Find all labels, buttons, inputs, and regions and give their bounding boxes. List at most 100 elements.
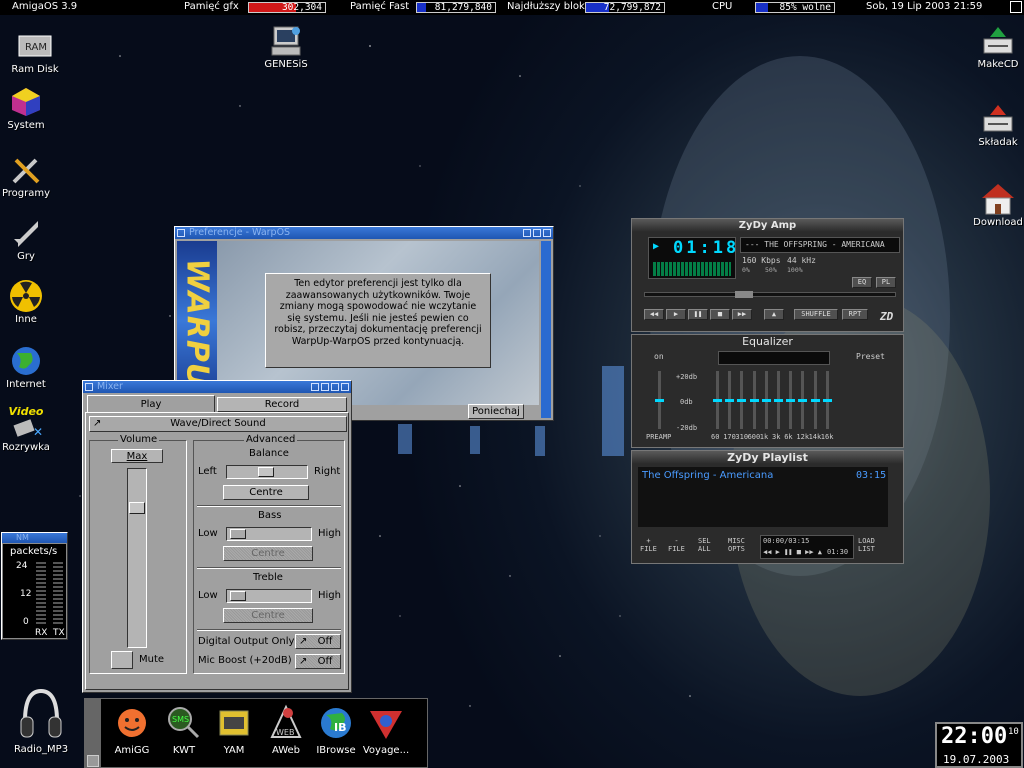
eq-band-310-knob[interactable]	[737, 398, 747, 402]
equalizer-title-bar[interactable]: Equalizer	[632, 335, 903, 348]
mute-checkbox[interactable]	[111, 651, 133, 669]
seek-knob[interactable]	[735, 291, 753, 298]
seek-bar[interactable]	[644, 291, 896, 298]
eject-button[interactable]: ▲	[764, 309, 784, 320]
playlist-button-opts[interactable]: MISC OPTS	[728, 537, 745, 553]
treble-centre-button[interactable]: Centre	[223, 608, 313, 623]
eq-band-600-knob[interactable]	[749, 398, 759, 402]
preamp-slider-knob[interactable]	[655, 398, 664, 402]
mic-boost-toggle[interactable]: ↗ Off	[295, 654, 341, 669]
zydy-title-bar[interactable]: ZyDy Amp	[632, 219, 903, 232]
size-gadget[interactable]	[341, 383, 349, 391]
close-gadget[interactable]	[177, 229, 185, 237]
eq-on-toggle[interactable]: on	[654, 352, 664, 361]
bass-knob[interactable]	[230, 529, 247, 539]
volume-knob[interactable]	[129, 501, 145, 514]
dock-item-yam[interactable]: YAM	[209, 699, 259, 756]
playlist-button-file[interactable]: - FILE	[668, 537, 685, 553]
warpos-title-bar[interactable]: Preferencje - WarpOS	[175, 227, 553, 239]
download-drawer[interactable]: Download	[966, 183, 1024, 228]
warpos-scrollbar[interactable]	[541, 241, 551, 418]
playlist-button-all[interactable]: SEL ALL	[698, 537, 711, 553]
playlist-button-list[interactable]: LOAD LIST	[858, 537, 875, 553]
makecd-drawer[interactable]: MakeCD	[966, 25, 1024, 70]
track-title[interactable]: The Offspring - Americana	[642, 470, 773, 481]
balance-centre-button[interactable]: Centre	[223, 485, 309, 500]
cancel-button[interactable]: Poniechaj	[468, 404, 524, 419]
eq-band-1k-knob[interactable]	[761, 398, 771, 402]
clock-widget[interactable]: 22:00 10 19.07.2003	[935, 722, 1023, 768]
track-list[interactable]: The Offspring - Americana 03:15	[638, 467, 888, 527]
system-drawer[interactable]: System	[0, 86, 58, 131]
depth-gadget[interactable]	[331, 383, 339, 391]
eq-band-170-knob[interactable]	[725, 398, 735, 402]
radio-mp3-drawer[interactable]: Radio_MP3	[6, 684, 76, 755]
volume-slider[interactable]	[127, 468, 147, 648]
eq-preset-button[interactable]: Preset	[856, 352, 885, 361]
playlist-button-file[interactable]: + FILE	[640, 537, 657, 553]
zoom-gadget[interactable]	[523, 229, 531, 237]
dock-menu-icon[interactable]	[87, 755, 99, 767]
ram-disk-drawer[interactable]: RAM Ram Disk	[3, 30, 67, 75]
dock-item-aweb[interactable]: WEB AWeb	[261, 699, 311, 756]
genesis-drawer[interactable]: GENESiS	[254, 25, 318, 70]
prev-button[interactable]: ◀◀	[644, 309, 664, 320]
tab-play[interactable]: Play	[87, 395, 215, 412]
eq-band-14k[interactable]	[810, 371, 820, 429]
dock-item-kwt[interactable]: SMS KWT	[159, 699, 209, 756]
playlist-title-bar[interactable]: ZyDy Playlist	[632, 451, 903, 464]
eq-band-3k-knob[interactable]	[774, 398, 783, 402]
depth-gadget[interactable]	[533, 229, 541, 237]
equalizer-window[interactable]: Equalizer on Preset +20db 0db -20db PREA…	[631, 334, 904, 448]
eq-toggle[interactable]: EQ	[852, 277, 872, 288]
zydy-amp-window[interactable]: ZyDy Amp ▶ 01:18 --- THE OFFSPRING - AME…	[631, 218, 904, 332]
eq-band-16k[interactable]	[822, 371, 832, 429]
preamp-slider[interactable]	[655, 371, 664, 429]
gry-drawer[interactable]: Gry	[0, 217, 58, 262]
netmon-title-bar[interactable]: NM	[2, 533, 67, 543]
programy-drawer[interactable]: Programy	[0, 154, 58, 199]
repeat-button[interactable]: RPT	[842, 309, 868, 320]
playlist-toggle[interactable]: PL	[876, 277, 896, 288]
iconify-gadget[interactable]	[543, 229, 551, 237]
eq-band-60-knob[interactable]	[713, 398, 722, 402]
iconify-gadget[interactable]	[321, 383, 329, 391]
balance-slider[interactable]	[226, 465, 308, 479]
treble-slider[interactable]	[226, 589, 312, 603]
playlist-window[interactable]: ZyDy Playlist The Offspring - Americana …	[631, 450, 904, 564]
eq-band-6k-knob[interactable]	[786, 398, 796, 402]
dock-item-voyager[interactable]: Voyage...	[361, 699, 411, 756]
eq-band-600[interactable]	[749, 371, 759, 429]
eq-band-1k[interactable]	[761, 371, 771, 429]
stop-button[interactable]: ■	[710, 309, 730, 320]
rozrywka-drawer[interactable]: Video ✕ Rozrywka	[0, 402, 58, 454]
dock-item-amigg[interactable]: AmiGG	[107, 699, 157, 756]
bass-slider[interactable]	[226, 527, 312, 541]
dock-item-ibrowse[interactable]: IB IBrowse	[311, 699, 361, 756]
mixer-window[interactable]: Mixer Play Record ↗ Wave/Direct Sound Vo…	[82, 380, 352, 693]
dock-drag-handle[interactable]	[85, 699, 101, 768]
shuffle-button[interactable]: SHUFFLE	[794, 309, 838, 320]
eq-band-6k[interactable]	[786, 371, 796, 429]
internet-drawer[interactable]: Internet	[0, 345, 58, 390]
inne-drawer[interactable]: Inne	[0, 280, 58, 325]
netmon-window[interactable]: NM packets/s 24 12 0 RX TX	[1, 532, 68, 640]
max-button[interactable]: Max	[111, 449, 163, 463]
zoom-gadget[interactable]	[311, 383, 319, 391]
eq-band-310[interactable]	[737, 371, 747, 429]
eq-band-12k[interactable]	[798, 371, 808, 429]
eq-band-60[interactable]	[713, 371, 722, 429]
balance-knob[interactable]	[258, 467, 274, 477]
skladak-drawer[interactable]: Składak	[966, 103, 1024, 148]
tab-record[interactable]: Record	[217, 397, 347, 412]
next-button[interactable]: ▶▶	[732, 309, 752, 320]
close-gadget[interactable]	[85, 383, 93, 391]
pause-button[interactable]: ❚❚	[688, 309, 708, 320]
treble-knob[interactable]	[230, 591, 247, 601]
eq-band-12k-knob[interactable]	[798, 398, 808, 402]
play-button[interactable]: ▶	[666, 309, 686, 320]
eq-band-3k[interactable]	[774, 371, 783, 429]
eq-band-16k-knob[interactable]	[822, 398, 832, 402]
eq-band-170[interactable]	[725, 371, 735, 429]
screen-depth-gadget[interactable]	[1010, 1, 1022, 13]
